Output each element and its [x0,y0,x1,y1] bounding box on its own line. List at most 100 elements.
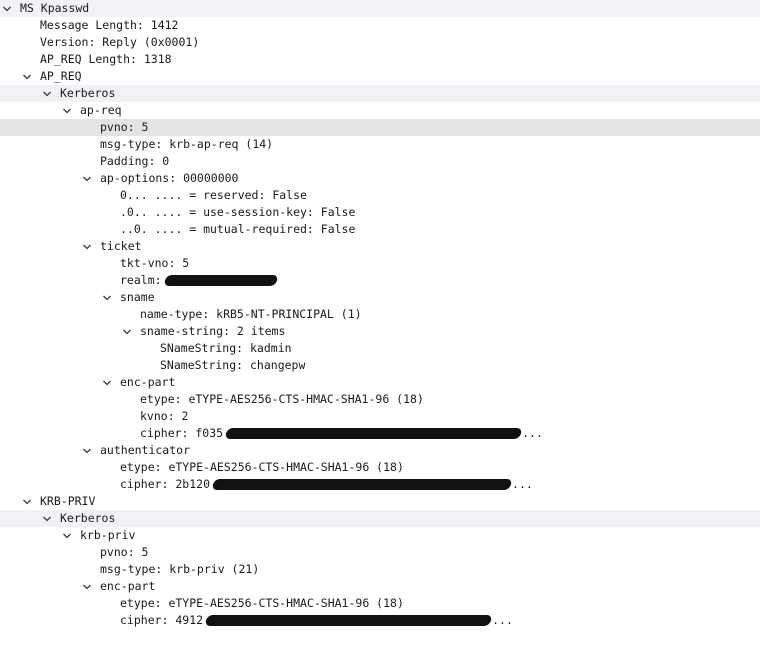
tree-row-pvno-1[interactable]: pvno: 5 [0,119,760,136]
tree-label: AP_REQ Length: 1318 [40,52,172,66]
tree-row-etype-ticket[interactable]: etype: eTYPE-AES256-CTS-HMAC-SHA1-96 (18… [0,391,760,408]
tree-row-cipher-priv[interactable]: cipher: 4912... [0,612,760,629]
tree-row-ap-req[interactable]: ap-req [0,102,760,119]
chevron-down-icon[interactable] [82,170,100,187]
chevron-down-icon[interactable] [62,102,80,119]
tree-row-enc-part-ticket[interactable]: enc-part [0,374,760,391]
tree-row-ap-req-length[interactable]: AP_REQ Length: 1318 [0,51,760,68]
tree-row-kerberos-2[interactable]: Kerberos [0,510,760,527]
tree-label: msg-type: krb-ap-req (14) [100,137,274,151]
chevron-down-icon[interactable] [62,527,80,544]
tree-row-message-length[interactable]: Message Length: 1412 [0,17,760,34]
tree-row-krb-priv[interactable]: krb-priv [0,527,760,544]
tree-label: ..0. .... = mutual-required: False [120,222,356,236]
tree-label-ellipsis: ... [492,613,513,627]
chevron-down-icon[interactable] [2,0,20,17]
tree-label-ellipsis: ... [522,426,543,440]
tree-row-krb-priv-group[interactable]: KRB-PRIV [0,493,760,510]
tree-row-cipher-auth[interactable]: cipher: 2b120... [0,476,760,493]
tree-row-cipher-ticket[interactable]: cipher: f035... [0,425,760,442]
tree-row-ms-kpasswd[interactable]: MS Kpasswd [0,0,760,17]
tree-row-use-session-key[interactable]: .0.. .... = use-session-key: False [0,204,760,221]
tree-row-mutual-required[interactable]: ..0. .... = mutual-required: False [0,221,760,238]
tree-label: MS Kpasswd [20,1,90,15]
tree-row-version[interactable]: Version: Reply (0x0001) [0,34,760,51]
tree-label: .0.. .... = use-session-key: False [120,205,356,219]
chevron-down-icon[interactable] [102,374,120,391]
tree-row-ap-req-group[interactable]: AP_REQ [0,68,760,85]
tree-label: etype: eTYPE-AES256-CTS-HMAC-SHA1-96 (18… [140,392,424,406]
redaction-mark [211,479,513,490]
tree-row-tkt-vno[interactable]: tkt-vno: 5 [0,255,760,272]
tree-label: etype: eTYPE-AES256-CTS-HMAC-SHA1-96 (18… [120,460,404,474]
tree-label: KRB-PRIV [40,494,96,508]
tree-label: cipher: 2b120 [120,477,211,491]
tree-row-etype-auth[interactable]: etype: eTYPE-AES256-CTS-HMAC-SHA1-96 (18… [0,459,760,476]
chevron-down-icon[interactable] [102,289,120,306]
tree-label: enc-part [100,579,156,593]
tree-label: pvno: 5 [100,545,149,559]
tree-label: Message Length: 1412 [40,18,179,32]
tree-row-msg-type-1[interactable]: msg-type: krb-ap-req (14) [0,136,760,153]
tree-row-padding[interactable]: Padding: 0 [0,153,760,170]
tree-label: cipher: 4912 [120,613,204,627]
tree-label: sname-string: 2 items [140,324,286,338]
tree-row-realm[interactable]: realm: [0,272,760,289]
tree-label: Version: Reply (0x0001) [40,35,200,49]
tree-label: Padding: 0 [100,154,170,168]
tree-label: cipher: f035 [140,426,224,440]
tree-row-msg-type-2[interactable]: msg-type: krb-priv (21) [0,561,760,578]
chevron-down-icon[interactable] [82,238,100,255]
chevron-down-icon[interactable] [22,493,40,510]
tree-row-ap-options[interactable]: ap-options: 00000000 [0,170,760,187]
tree-label: 0... .... = reserved: False [120,188,307,202]
chevron-down-icon[interactable] [42,510,60,527]
tree-label: sname [120,290,155,304]
tree-row-pvno-2[interactable]: pvno: 5 [0,544,760,561]
tree-row-kerberos-1[interactable]: Kerberos [0,85,760,102]
tree-row-sname[interactable]: sname [0,289,760,306]
tree-row-name-type[interactable]: name-type: kRB5-NT-PRINCIPAL (1) [0,306,760,323]
tree-label: SNameString: kadmin [160,341,292,355]
chevron-down-icon[interactable] [42,85,60,102]
tree-row-enc-part-priv[interactable]: enc-part [0,578,760,595]
tree-label: kvno: 2 [140,409,189,423]
chevron-down-icon[interactable] [82,578,100,595]
chevron-down-icon[interactable] [22,68,40,85]
tree-label: krb-priv [80,528,136,542]
tree-row-snamestring-changepw[interactable]: SNameString: changepw [0,357,760,374]
tree-label: SNameString: changepw [160,358,306,372]
redaction-mark [224,428,523,439]
redaction-mark [163,275,278,286]
tree-label: pvno: 5 [100,120,149,134]
tree-row-snamestring-kadmin[interactable]: SNameString: kadmin [0,340,760,357]
tree-label: msg-type: krb-priv (21) [100,562,260,576]
tree-label: ticket [100,239,142,253]
chevron-down-icon[interactable] [82,442,100,459]
chevron-down-icon[interactable] [122,323,140,340]
tree-row-sname-string[interactable]: sname-string: 2 items [0,323,760,340]
tree-label-ellipsis: ... [512,477,533,491]
tree-label: etype: eTYPE-AES256-CTS-HMAC-SHA1-96 (18… [120,596,404,610]
packet-details-tree: MS Kpasswd Message Length: 1412 Version: R… [0,0,760,655]
tree-row-authenticator[interactable]: authenticator [0,442,760,459]
tree-row-reserved[interactable]: 0... .... = reserved: False [0,187,760,204]
tree-label: Kerberos [60,511,116,525]
tree-row-ticket[interactable]: ticket [0,238,760,255]
tree-row-etype-priv[interactable]: etype: eTYPE-AES256-CTS-HMAC-SHA1-96 (18… [0,595,760,612]
tree-row-kvno[interactable]: kvno: 2 [0,408,760,425]
